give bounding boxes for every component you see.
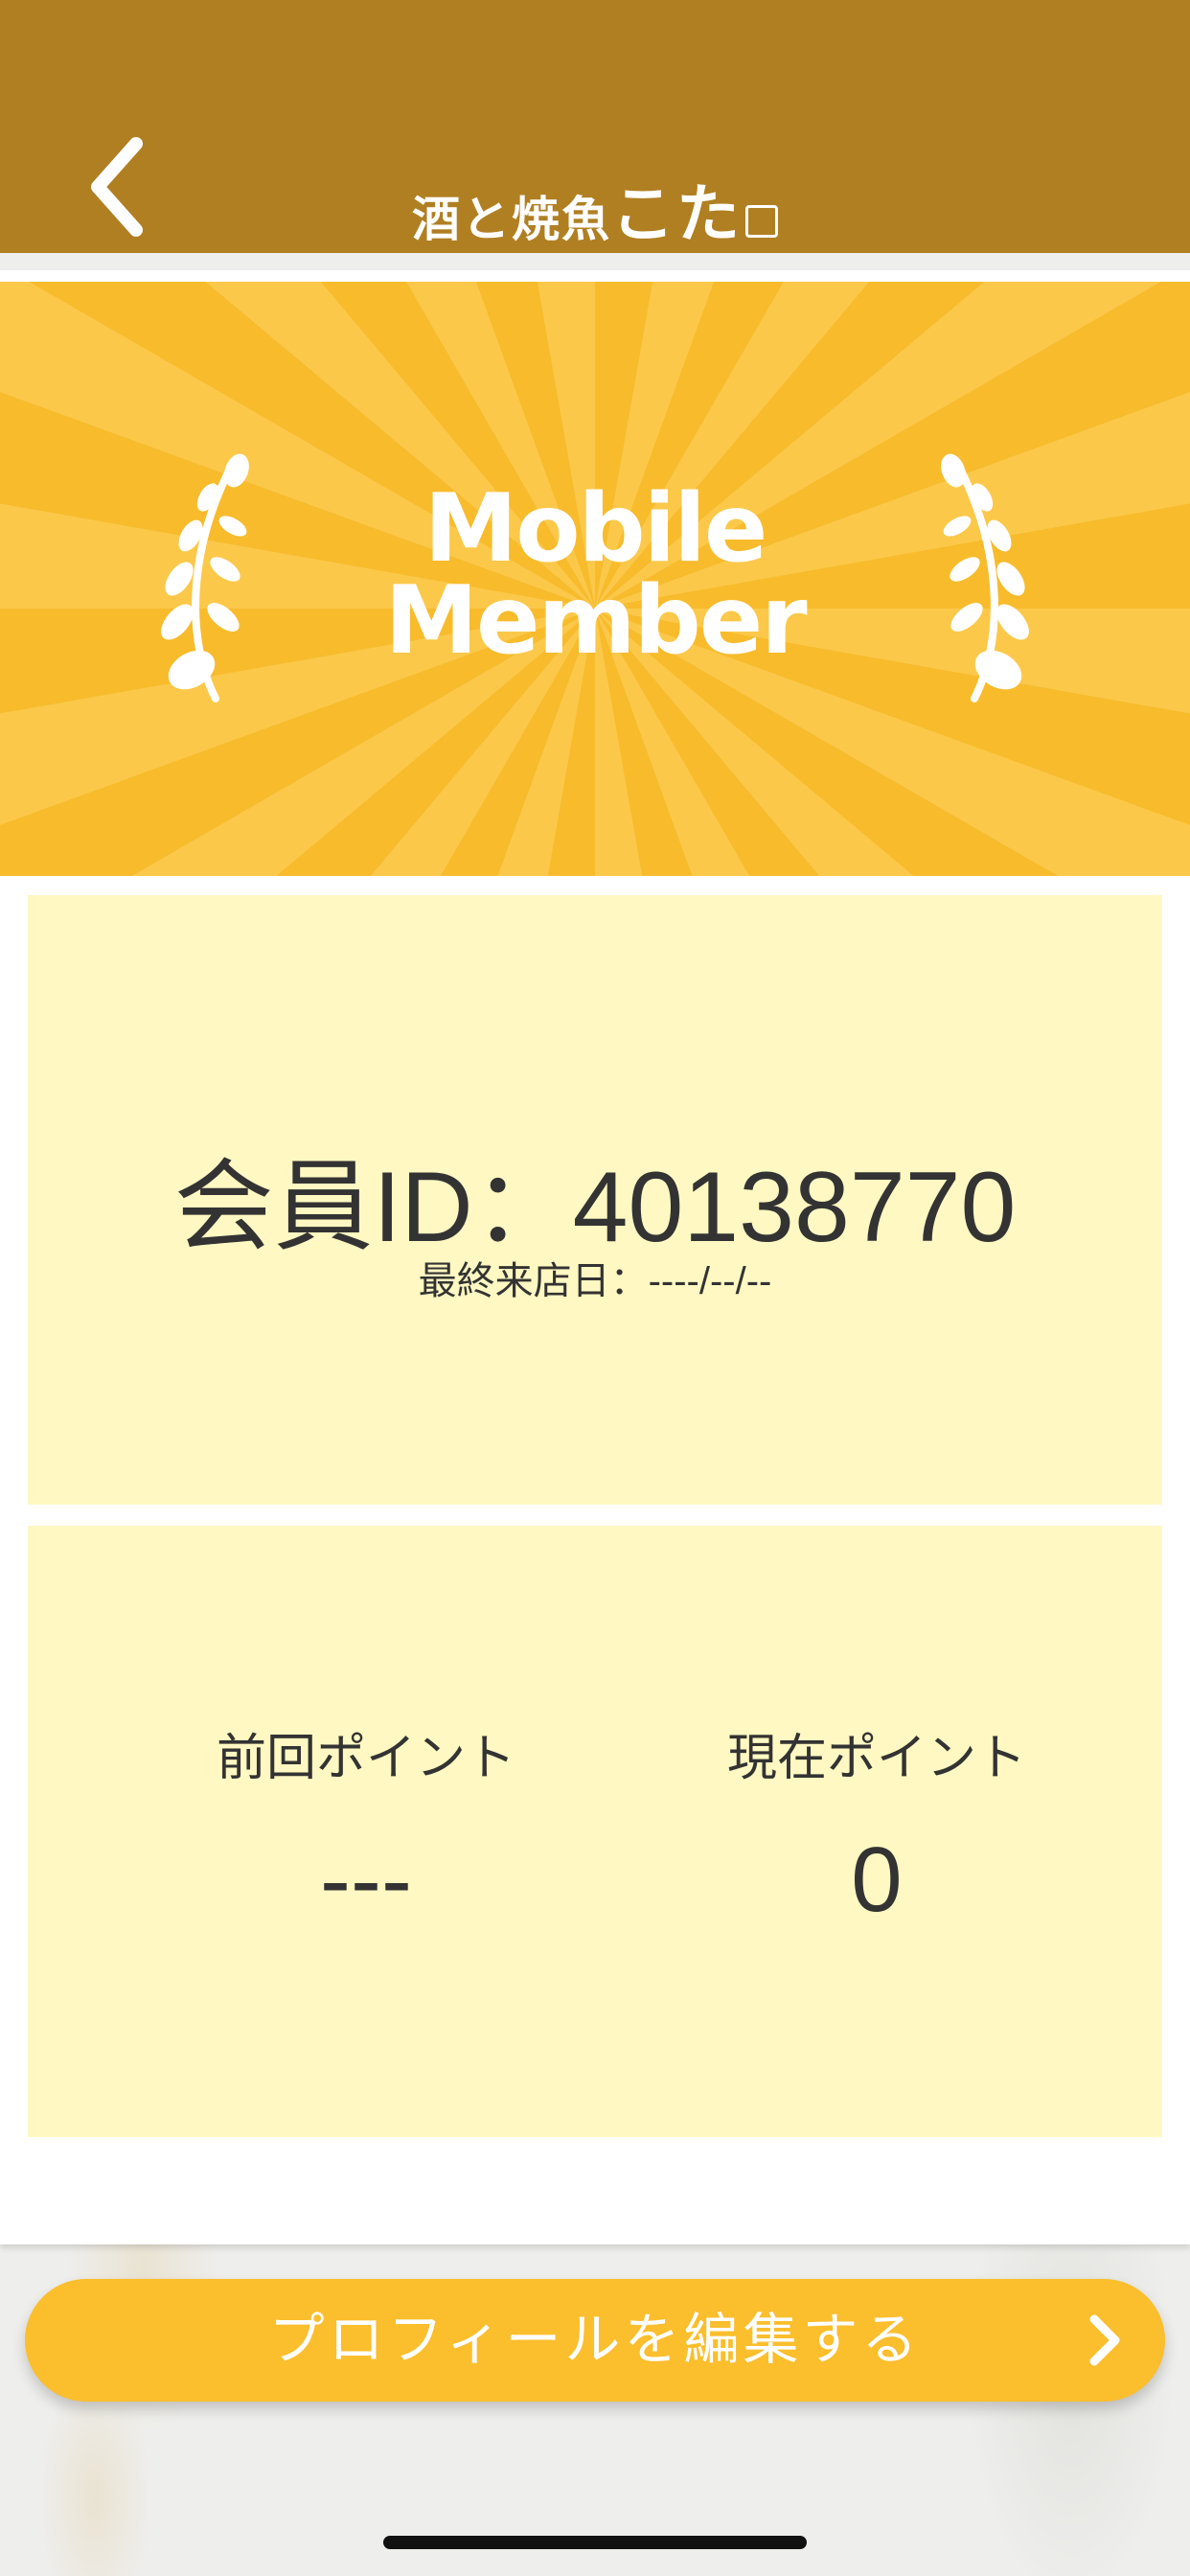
edit-profile-button[interactable]: プロフィールを編集する: [25, 2279, 1165, 2402]
chevron-right-icon: [1089, 2314, 1120, 2366]
last-visit-date: 最終来店日：----/--/--: [418, 1260, 772, 1302]
seal-icon: [745, 205, 778, 238]
current-points-label: 現在ポイント: [726, 1731, 1026, 1786]
brand-big-text: こた: [611, 176, 742, 251]
current-points-value: 0: [851, 1828, 903, 1931]
previous-points-value: ---: [320, 1828, 412, 1931]
edit-profile-label: プロフィールを編集する: [268, 2309, 922, 2371]
brand-logo: 酒と焼魚こた: [0, 163, 1190, 255]
current-points: 現在ポイント 0: [647, 1717, 1107, 1933]
points-card: 前回ポイント --- 現在ポイント 0: [28, 1526, 1162, 2137]
laurel-right-icon: [941, 453, 1029, 702]
app-header: 酒と焼魚こた: [0, 0, 1190, 253]
member-id-card: 会員ID：40138770 最終来店日：----/--/--: [28, 895, 1162, 1505]
previous-points-label: 前回ポイント: [216, 1731, 515, 1786]
brand-small-text: 酒と焼魚: [412, 191, 611, 247]
previous-points: 前回ポイント ---: [136, 1717, 596, 1933]
member-card-screen: Mobile Member 会員ID：40138770 最終来店日：----/-…: [0, 270, 1190, 2244]
home-indicator[interactable]: [383, 2536, 807, 2549]
mobile-member-banner: Mobile Member: [0, 282, 1190, 876]
member-id: 会員ID：40138770: [173, 1152, 1017, 1263]
